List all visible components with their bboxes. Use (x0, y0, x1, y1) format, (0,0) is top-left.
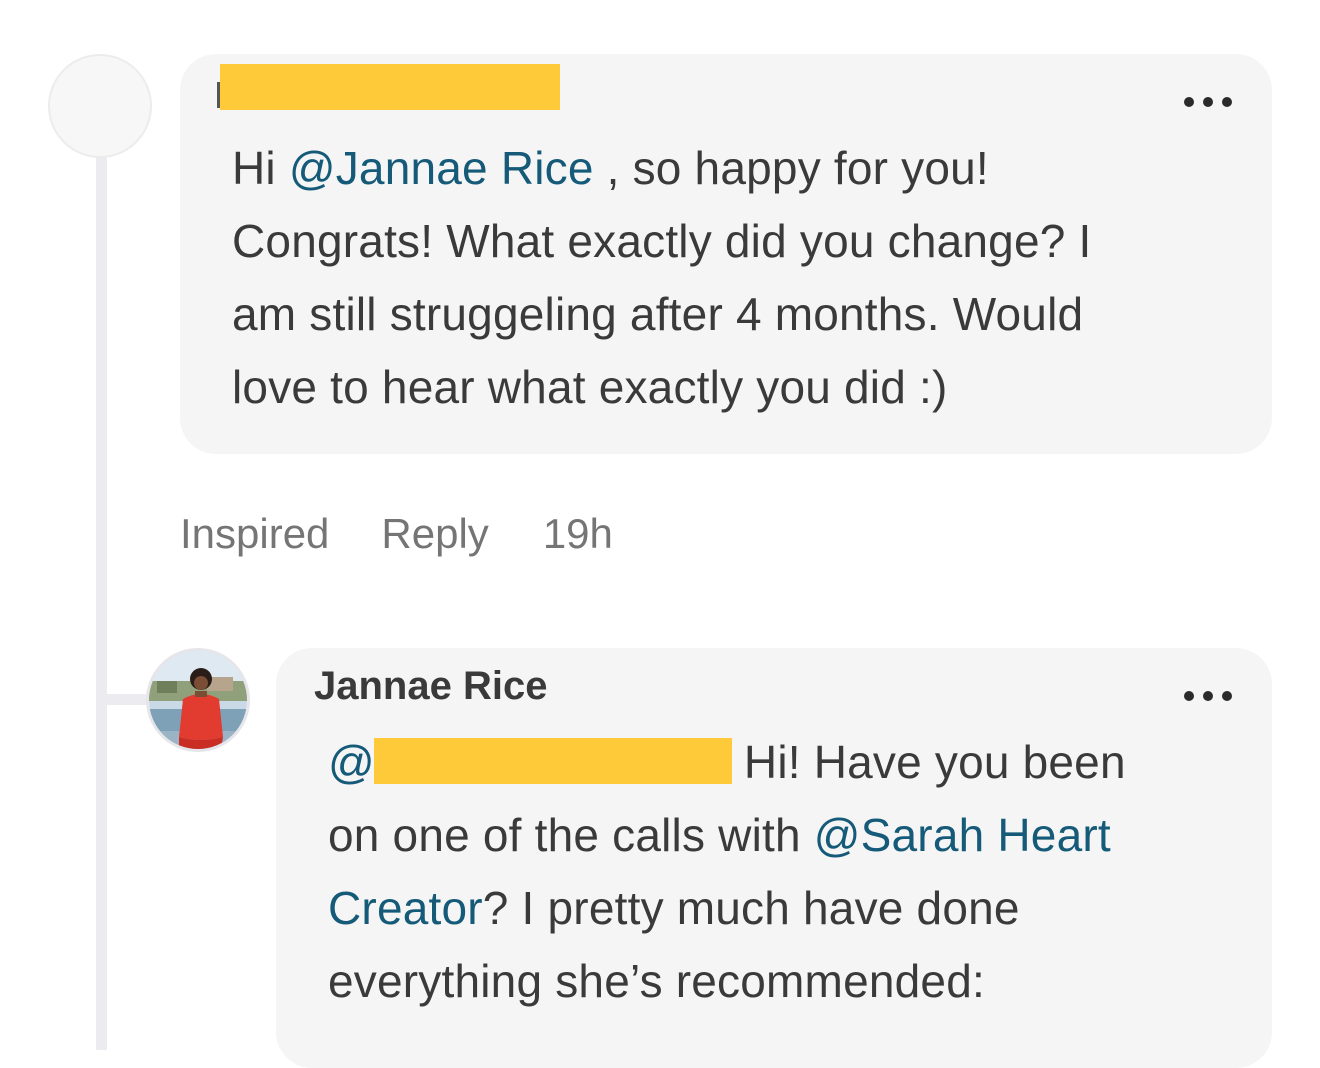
inspired-button[interactable]: Inspired (180, 510, 329, 558)
avatar[interactable] (146, 648, 250, 752)
comment-line: am still struggeling after 4 months. Wou… (232, 288, 1084, 340)
text-segment: Hi (232, 142, 289, 194)
comment-line: Congrats! What exactly did you change? I (232, 215, 1092, 267)
mention-link[interactable]: @Sarah Heart (814, 809, 1111, 861)
comment-text: Hi @Jannae Rice , so happy for you! Cong… (232, 132, 1091, 424)
text-segment: , so happy for you! (593, 142, 989, 194)
mention-link[interactable]: @ (328, 736, 375, 788)
thread-line-branch (96, 694, 148, 705)
comment-actions: Inspired Reply 19h (180, 508, 613, 560)
text-segment: Hi! Have you been (743, 736, 1126, 788)
text-segment: ? I pretty much have done (482, 882, 1020, 934)
avatar-image (149, 651, 247, 749)
reply-button[interactable]: Reply (381, 510, 488, 558)
avatar[interactable] (48, 54, 152, 158)
comment-line: Hi @Jannae Rice , so happy for you! (232, 132, 1091, 205)
author-name[interactable]: Jannae Rice (314, 660, 547, 712)
comment-line: on one of the calls with @Sarah Heart (328, 799, 1126, 872)
timestamp: 19h (542, 510, 613, 557)
comment-text: @ Hi! Have you been on one of the calls w… (328, 726, 1126, 1018)
comment-line: everything she’s recommended: (328, 955, 985, 1007)
comment-line: love to hear what exactly you did :) (232, 361, 948, 413)
mention-link[interactable]: Creator (328, 882, 483, 934)
mention-link[interactable]: @Jannae Rice (289, 142, 594, 194)
comment-line: @ Hi! Have you been (328, 726, 1126, 799)
more-horizontal-icon[interactable] (1184, 95, 1232, 109)
more-horizontal-icon[interactable] (1184, 689, 1232, 703)
comment-line: Creator? I pretty much have done (328, 872, 1126, 945)
thread-line (96, 150, 107, 1050)
redaction-bar (220, 64, 560, 110)
text-segment: on one of the calls with (328, 809, 814, 861)
